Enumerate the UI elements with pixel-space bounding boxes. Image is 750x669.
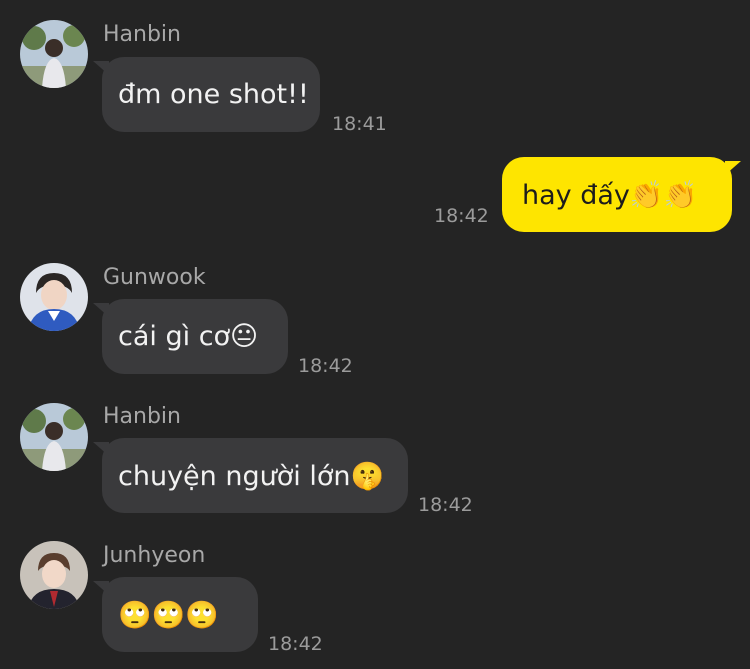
message-text: cái gì cơ😐 — [118, 321, 259, 352]
message-timestamp: 18:41 — [332, 113, 387, 135]
chat-thread[interactable]: Hanbin đm one shot!! 18:41 18:42 hay đấy… — [0, 0, 750, 669]
message-bubble[interactable]: cái gì cơ😐 — [93, 299, 288, 374]
hanbin-avatar[interactable] — [20, 403, 88, 471]
gunwook-avatar[interactable] — [20, 263, 88, 331]
message-timestamp: 18:42 — [298, 355, 353, 377]
message-text: 🙄🙄🙄 — [118, 599, 219, 631]
hanbin-avatar[interactable] — [20, 20, 88, 88]
sender-name: Junhyeon — [103, 543, 206, 568]
message-timestamp: 18:42 — [418, 494, 473, 516]
message-text: hay đấy👏👏 — [522, 179, 698, 211]
message-timestamp: 18:42 — [434, 205, 489, 227]
message-bubble[interactable]: 🙄🙄🙄 — [93, 577, 258, 652]
sender-name: Gunwook — [103, 265, 206, 290]
junhyeon-avatar[interactable] — [20, 541, 88, 609]
message-text: chuyện người lớn🤫 — [118, 460, 385, 492]
message-bubble[interactable]: đm one shot!! — [93, 57, 320, 132]
message-text: đm one shot!! — [118, 79, 309, 110]
sender-name: Hanbin — [103, 22, 181, 47]
message-bubble[interactable]: chuyện người lớn🤫 — [93, 438, 408, 513]
outgoing-message-bubble[interactable]: hay đấy👏👏 — [502, 157, 741, 232]
message-timestamp: 18:42 — [268, 633, 323, 655]
sender-name: Hanbin — [103, 404, 181, 429]
